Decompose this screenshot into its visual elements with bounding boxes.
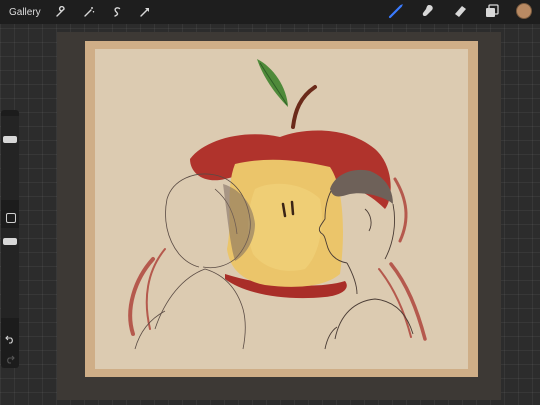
transform-arrow-icon[interactable] (137, 4, 153, 20)
actions-toolbar (53, 4, 153, 20)
left-sidebar (1, 110, 19, 368)
wrench-icon[interactable] (53, 4, 69, 20)
layers-icon[interactable] (484, 3, 500, 19)
opacity-handle[interactable] (3, 238, 17, 245)
magic-wand-icon[interactable] (81, 4, 97, 20)
redo-icon[interactable] (5, 351, 15, 364)
artwork-drawing[interactable] (95, 49, 468, 369)
painting-toolbar (388, 3, 532, 19)
gallery-button[interactable]: Gallery (9, 7, 41, 18)
selection-icon[interactable] (109, 4, 125, 20)
brush-icon[interactable] (388, 3, 404, 19)
brush-size-handle[interactable] (3, 136, 17, 143)
brush-size-slider[interactable] (1, 116, 19, 200)
opacity-slider[interactable] (1, 228, 19, 318)
color-picker-button[interactable] (516, 3, 532, 19)
top-toolbar: Gallery (0, 0, 540, 24)
modify-button[interactable] (6, 213, 16, 223)
undo-icon[interactable] (5, 331, 15, 344)
smudge-icon[interactable] (420, 3, 436, 19)
eraser-icon[interactable] (452, 3, 468, 19)
